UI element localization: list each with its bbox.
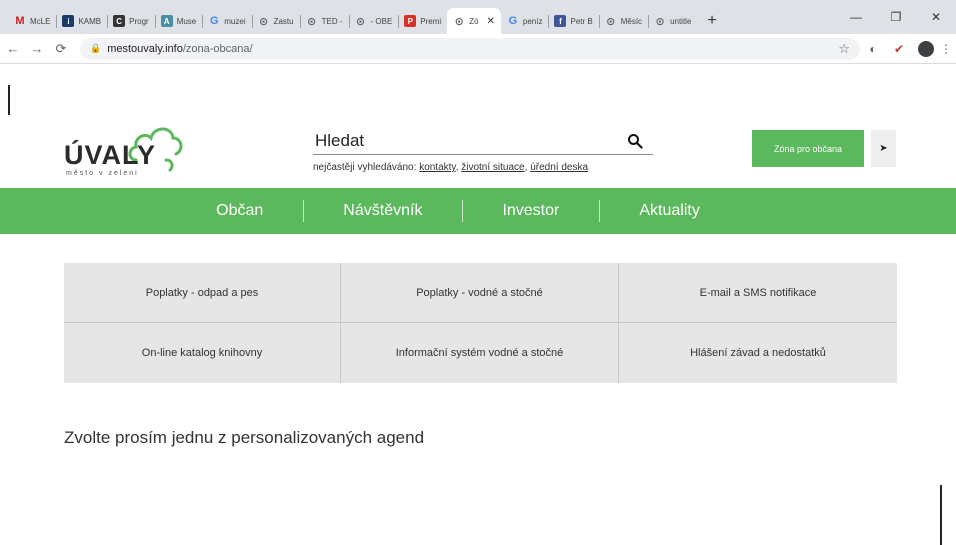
nav-item-citizen[interactable]: Občan [216, 202, 303, 220]
tab-label: Zó [469, 16, 479, 26]
tab-label: muzei [224, 16, 246, 26]
google-icon: G [209, 15, 219, 27]
tile-library-catalog[interactable]: On-line katalog knihovny [64, 323, 341, 383]
globe-icon: ⊙ [355, 15, 366, 28]
service-tiles: Poplatky - odpad a pes Poplatky - vodné … [64, 263, 897, 383]
frequent-link-contacts[interactable]: kontakty [419, 162, 456, 173]
page-edge-line [8, 85, 10, 115]
browser-tab[interactable]: Gmuzei [202, 8, 251, 34]
tab-label: Měsíc [620, 16, 643, 26]
frequent-searches: nejčastěji vyhledáváno: kontakty, životn… [313, 162, 589, 173]
login-icon[interactable]: ➤ [871, 130, 896, 167]
tile-report-issues[interactable]: Hlášení závad a nedostatků [619, 323, 897, 383]
logo-tagline: město v zeleni [66, 170, 139, 177]
tab-label: Petr B [570, 16, 593, 26]
facebook-icon: f [554, 15, 567, 27]
browser-tab[interactable]: M McLE [8, 8, 56, 34]
browser-tab[interactable]: i KAMB [56, 8, 107, 34]
tile-waste-dog-fees[interactable]: Poplatky - odpad a pes [64, 263, 341, 323]
browser-tab[interactable]: ⊙ TED - [299, 8, 349, 34]
frequent-link-life-situations[interactable]: životní situace [461, 162, 524, 173]
browser-tab[interactable]: ⊙ Zastu [251, 8, 300, 34]
url-host: mestouvaly.info [107, 42, 183, 55]
extension-icon[interactable]: ◐ [860, 38, 886, 60]
tab-label: Premi [420, 16, 442, 26]
globe-icon: ⊙ [258, 15, 269, 28]
url-path: /zona-obcana/ [182, 42, 253, 55]
new-tab-button[interactable]: + [707, 8, 716, 34]
globe-icon: ⊙ [454, 15, 464, 28]
browser-tab[interactable]: C Progr [107, 8, 155, 34]
reload-icon[interactable]: ⟳ [50, 38, 72, 60]
web-page: ÚVALY město v zeleni nejčastěji vyhledáv… [0, 65, 956, 545]
browser-tab[interactable]: ⊙ Zó ✕ [447, 8, 501, 34]
tab-close-icon[interactable]: ✕ [487, 16, 495, 27]
museum-icon: A [160, 15, 173, 27]
globe-icon: ⊙ [655, 15, 665, 28]
kamba-icon: i [62, 15, 75, 27]
window-controls: — ❐ ✕ [836, 0, 956, 34]
site-logo[interactable]: ÚVALY město v zeleni [64, 120, 184, 180]
page-edge-line [940, 485, 942, 545]
lock-icon: 🔒 [90, 43, 102, 53]
logo-wordmark: ÚVALY [64, 140, 157, 170]
search-icon[interactable] [627, 133, 643, 149]
gmail-icon: M [15, 15, 25, 27]
search-area: nejčastěji vyhledáváno: kontakty, životn… [313, 127, 653, 173]
bookmark-star-icon[interactable]: ☆ [838, 41, 850, 57]
menu-kebab-icon[interactable]: ⋮ [940, 42, 952, 56]
tile-water-info-system[interactable]: Informační systém vodné a stočné [341, 323, 619, 383]
tab-label: peníz [522, 16, 543, 26]
profile-avatar[interactable] [918, 40, 934, 57]
browser-tab[interactable]: ⊙ untitle [648, 8, 697, 34]
tab-label: untitle [670, 16, 692, 26]
agenda-prompt: Zvolte prosím jednu z personalizovaných … [64, 428, 425, 447]
citizen-zone-button[interactable]: Zóna pro občana [752, 130, 864, 167]
close-window-icon[interactable]: ✕ [916, 0, 956, 34]
browser-tab[interactable]: A Muse [154, 8, 203, 34]
nav-item-investor[interactable]: Investor [462, 200, 599, 222]
frequent-label: nejčastěji vyhledáváno: [313, 162, 417, 173]
tab-label: KAMB [78, 16, 102, 26]
tab-label: TED - [321, 16, 343, 26]
browser-toolbar: ← → ⟳ 🔒 mestouvaly.info /zona-obcana/ ☆ … [0, 34, 956, 64]
tab-label: McLE [30, 16, 51, 26]
back-arrow-icon[interactable]: ← [2, 38, 24, 60]
tile-water-fees[interactable]: Poplatky - vodné a stočné [341, 263, 619, 323]
premier-icon: P [404, 15, 417, 27]
browser-tab[interactable]: P Premi [398, 8, 447, 34]
nav-item-visitor[interactable]: Návštěvník [303, 200, 462, 222]
tab-strip: M McLE i KAMB C Progr A Muse Gmuzei ⊙ Zastu ⊙ TED - ⊙… [8, 8, 697, 34]
progress-icon: C [113, 15, 126, 27]
main-navigation: Občan Návštěvník Investor Aktuality [0, 188, 956, 234]
tab-label: Muse [176, 16, 197, 26]
frequent-link-notice-board[interactable]: úřední deska [530, 162, 588, 173]
google-icon: G [508, 15, 518, 27]
globe-icon: ⊙ [606, 15, 616, 28]
forward-arrow-icon[interactable]: → [26, 38, 48, 60]
browser-tab[interactable]: Gpeníz [501, 8, 549, 34]
tab-label: Zastu [273, 16, 294, 26]
tab-label: - OBE [370, 16, 393, 26]
tab-label: Progr [129, 16, 149, 26]
nav-item-news[interactable]: Aktuality [599, 200, 739, 222]
browser-tab[interactable]: ⊙ Měsíc [598, 8, 648, 34]
address-bar[interactable]: 🔒 mestouvaly.info /zona-obcana/ ☆ [80, 37, 860, 60]
restore-icon[interactable]: ❐ [876, 0, 916, 34]
browser-tab[interactable]: ⊙ - OBE [348, 8, 399, 34]
tile-email-sms-notifications[interactable]: E-mail a SMS notifikace [619, 263, 897, 323]
browser-tab-bar: M McLE i KAMB C Progr A Muse Gmuzei ⊙ Zastu ⊙ TED - ⊙… [0, 0, 956, 34]
search-input[interactable] [313, 127, 653, 155]
globe-icon: ⊙ [307, 15, 317, 28]
pocket-extension-icon[interactable]: ✔ [886, 38, 912, 60]
browser-tab[interactable]: f Petr B [548, 8, 598, 34]
minimize-icon[interactable]: — [836, 0, 876, 34]
